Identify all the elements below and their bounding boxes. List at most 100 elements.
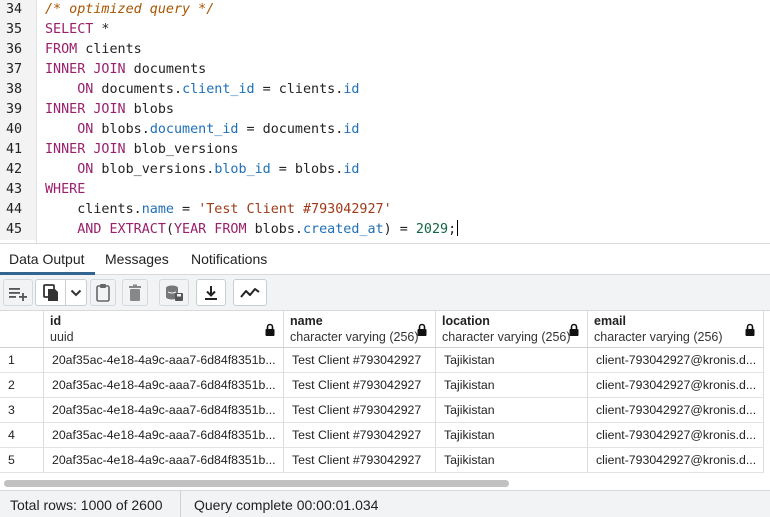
table-row[interactable]: 3 20af35ac-4e18-4a9c-aaa7-6d84f8351b... Te… (0, 398, 770, 423)
cell-email[interactable]: client-793042927@kronis.d... (588, 423, 764, 448)
code-text: clients.name = 'Test Client #793042927' (45, 200, 391, 220)
code-line[interactable]: 34 /* optimized query */ (0, 0, 770, 20)
tab-notifications[interactable]: Notifications (191, 251, 267, 267)
code-line[interactable]: 36 FROM clients (0, 40, 770, 60)
total-rows-text: Total rows: 1000 of 2600 (10, 497, 163, 513)
tab-messages[interactable]: Messages (105, 251, 169, 267)
row-number[interactable]: 5 (0, 448, 44, 473)
code-line[interactable]: 40 ON blobs.document_id = documents.id (0, 120, 770, 140)
column-header-location[interactable]: location character varying (256) (436, 311, 588, 348)
delete-button[interactable] (122, 279, 148, 306)
cell-name[interactable]: Test Client #793042927 (284, 398, 436, 423)
cell-id[interactable]: 20af35ac-4e18-4a9c-aaa7-6d84f8351b... (44, 373, 284, 398)
column-name: email (594, 314, 626, 328)
code-line[interactable]: 37 INNER JOIN documents (0, 60, 770, 80)
cell-location[interactable]: Tajikistan (436, 373, 588, 398)
download-button[interactable] (196, 279, 226, 306)
code-token: blob_versions (125, 142, 239, 157)
add-row-icon (9, 287, 27, 301)
graph-visualiser-button[interactable] (233, 279, 267, 306)
row-number[interactable]: 1 (0, 348, 44, 373)
code-token: id (343, 122, 360, 137)
code-text: FROM clients (45, 40, 142, 60)
cell-location[interactable]: Tajikistan (436, 448, 588, 473)
line-number: 37 (0, 60, 36, 80)
code-text: /* optimized query */ (45, 0, 214, 20)
row-number[interactable]: 4 (0, 423, 44, 448)
cell-name[interactable]: Test Client #793042927 (284, 348, 436, 373)
chevron-down-icon[interactable] (70, 288, 82, 298)
tab-data-output[interactable]: Data Output (9, 251, 85, 267)
column-type: character varying (256) (594, 330, 723, 344)
code-line[interactable]: 41 INNER JOIN blob_versions (0, 140, 770, 160)
line-number: 40 (0, 120, 36, 140)
query-complete-text: Query complete 00:00:01.034 (194, 497, 379, 513)
code-line[interactable]: 44 clients.name = 'Test Client #79304292… (0, 200, 770, 220)
table-row[interactable]: 1 20af35ac-4e18-4a9c-aaa7-6d84f8351b... Te… (0, 348, 770, 373)
code-line[interactable]: 39 INNER JOIN blobs (0, 100, 770, 120)
cell-email[interactable]: client-793042927@kronis.d... (588, 448, 764, 473)
code-line[interactable]: 42 ON blob_versions.blob_id = blobs.id (0, 160, 770, 180)
code-token: WHERE (45, 182, 86, 197)
scrollbar-thumb[interactable] (4, 480, 509, 487)
status-divider (180, 491, 181, 517)
copy-button[interactable] (35, 279, 87, 306)
lock-icon (417, 323, 427, 336)
horizontal-scrollbar[interactable] (0, 476, 770, 490)
column-header-id[interactable]: id uuid (44, 311, 284, 348)
column-header-email[interactable]: email character varying (256) (588, 311, 764, 348)
line-number: 39 (0, 100, 36, 120)
add-row-button[interactable] (3, 279, 33, 306)
table-row[interactable]: 2 20af35ac-4e18-4a9c-aaa7-6d84f8351b... Te… (0, 373, 770, 398)
code-line[interactable]: 45 AND EXTRACT(YEAR FROM blobs.created_a… (0, 220, 770, 240)
delete-icon (129, 284, 141, 301)
table-row[interactable]: 4 20af35ac-4e18-4a9c-aaa7-6d84f8351b... Te… (0, 423, 770, 448)
line-number: 44 (0, 200, 36, 220)
cell-location[interactable]: Tajikistan (436, 348, 588, 373)
code-token: INNER JOIN (45, 62, 126, 77)
sql-editor[interactable]: 34 /* optimized query */ 35 SELECT * 36 FROM … (0, 0, 770, 243)
lock-icon (569, 323, 579, 336)
table-row[interactable]: 5 20af35ac-4e18-4a9c-aaa7-6d84f8351b... Te… (0, 448, 770, 473)
row-number[interactable]: 2 (0, 373, 44, 398)
cell-location[interactable]: Tajikistan (436, 398, 588, 423)
cell-id[interactable]: 20af35ac-4e18-4a9c-aaa7-6d84f8351b... (44, 423, 284, 448)
cell-name[interactable]: Test Client #793042927 (284, 373, 436, 398)
code-line[interactable]: 35 SELECT * (0, 20, 770, 40)
cell-email[interactable]: client-793042927@kronis.d... (588, 373, 764, 398)
code-token: id (343, 82, 360, 97)
code-token: documents (125, 62, 207, 77)
save-data-button[interactable] (159, 279, 189, 306)
code-token: ( (165, 222, 174, 237)
code-text: AND EXTRACT(YEAR FROM blobs.created_at) … (45, 220, 459, 240)
code-line[interactable]: 43 WHERE (0, 180, 770, 200)
code-token: FROM (45, 42, 78, 57)
text-cursor (457, 220, 459, 236)
result-tabs: Data Output Messages Notifications (0, 243, 770, 275)
cell-email[interactable]: client-793042927@kronis.d... (588, 348, 764, 373)
cell-name[interactable]: Test Client #793042927 (284, 423, 436, 448)
cell-location[interactable]: Tajikistan (436, 423, 588, 448)
cell-id[interactable]: 20af35ac-4e18-4a9c-aaa7-6d84f8351b... (44, 348, 284, 373)
line-number: 36 (0, 40, 36, 60)
cell-name[interactable]: Test Client #793042927 (284, 448, 436, 473)
code-token: client_id (182, 82, 255, 97)
paste-button[interactable] (90, 279, 116, 306)
line-number: 34 (0, 0, 36, 20)
code-token: SELECT (45, 22, 94, 37)
cell-id[interactable]: 20af35ac-4e18-4a9c-aaa7-6d84f8351b... (44, 398, 284, 423)
line-number: 38 (0, 80, 36, 100)
code-text: WHERE (45, 180, 85, 200)
code-token: ON (77, 82, 94, 97)
code-token: name (141, 202, 174, 217)
code-line[interactable]: 38 ON documents.client_id = clients.id (0, 80, 770, 100)
cell-email[interactable]: client-793042927@kronis.d... (588, 398, 764, 423)
column-type: uuid (50, 330, 74, 344)
row-number-header (0, 311, 44, 348)
cell-id[interactable]: 20af35ac-4e18-4a9c-aaa7-6d84f8351b... (44, 448, 284, 473)
row-number[interactable]: 3 (0, 398, 44, 423)
column-header-name[interactable]: name character varying (256) (284, 311, 436, 348)
code-token: created_at (303, 222, 384, 237)
code-text: ON documents.client_id = clients.id (45, 80, 359, 100)
